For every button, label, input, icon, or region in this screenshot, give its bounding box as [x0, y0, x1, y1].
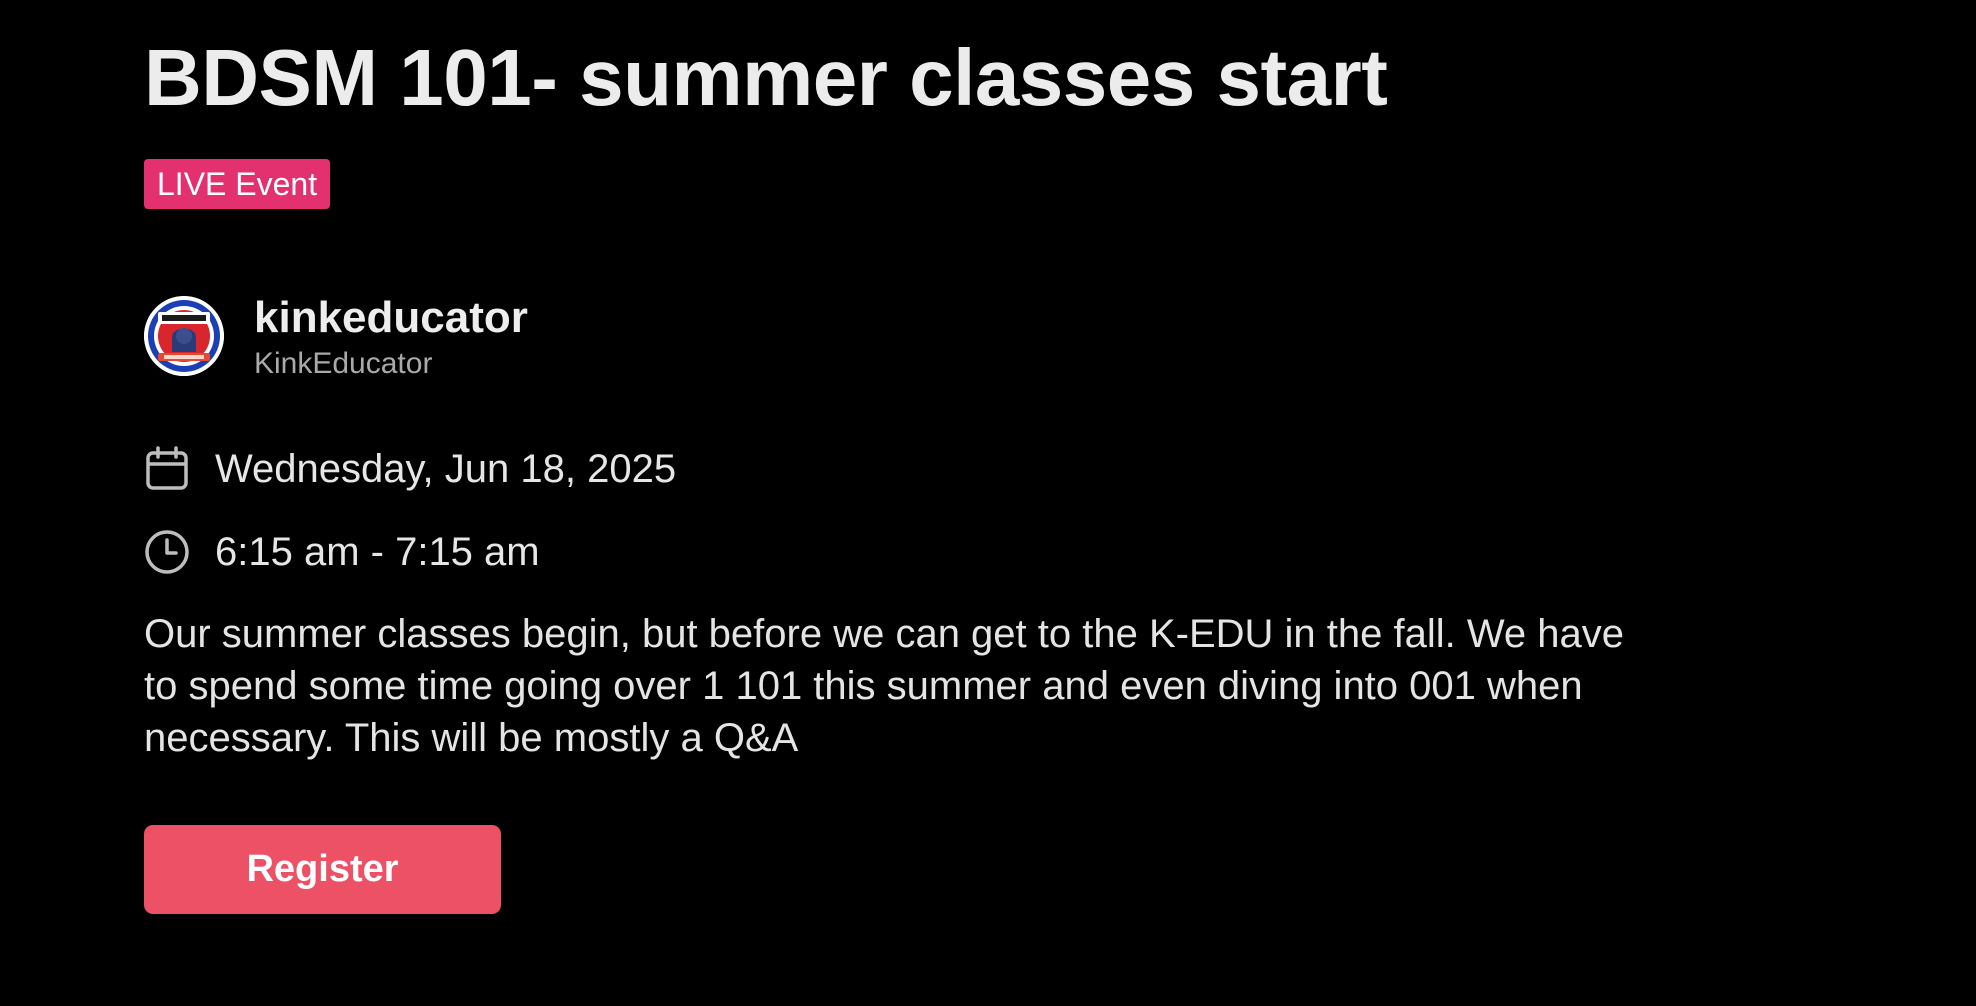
- calendar-icon: [144, 446, 190, 492]
- event-date-row: Wednesday, Jun 18, 2025: [144, 444, 1044, 494]
- host-name[interactable]: kinkeducator: [254, 296, 528, 340]
- event-date: Wednesday, Jun 18, 2025: [215, 447, 677, 491]
- event-time-row: 6:15 am - 7:15 am: [144, 527, 1044, 577]
- event-title: BDSM 101- summer classes start: [144, 33, 1388, 122]
- event-description: Our summer classes begin, but before we …: [144, 612, 1624, 760]
- avatar[interactable]: [144, 296, 224, 376]
- register-button[interactable]: Register: [144, 825, 501, 914]
- profile-avatar-logo: [144, 296, 224, 376]
- live-event-badge: LIVE Event: [144, 159, 331, 209]
- host-profile[interactable]: kinkeducator KinkEducator: [144, 296, 944, 380]
- host-handle: KinkEducator: [254, 347, 433, 380]
- clock-icon: [144, 529, 190, 575]
- event-time: 6:15 am - 7:15 am: [215, 530, 540, 574]
